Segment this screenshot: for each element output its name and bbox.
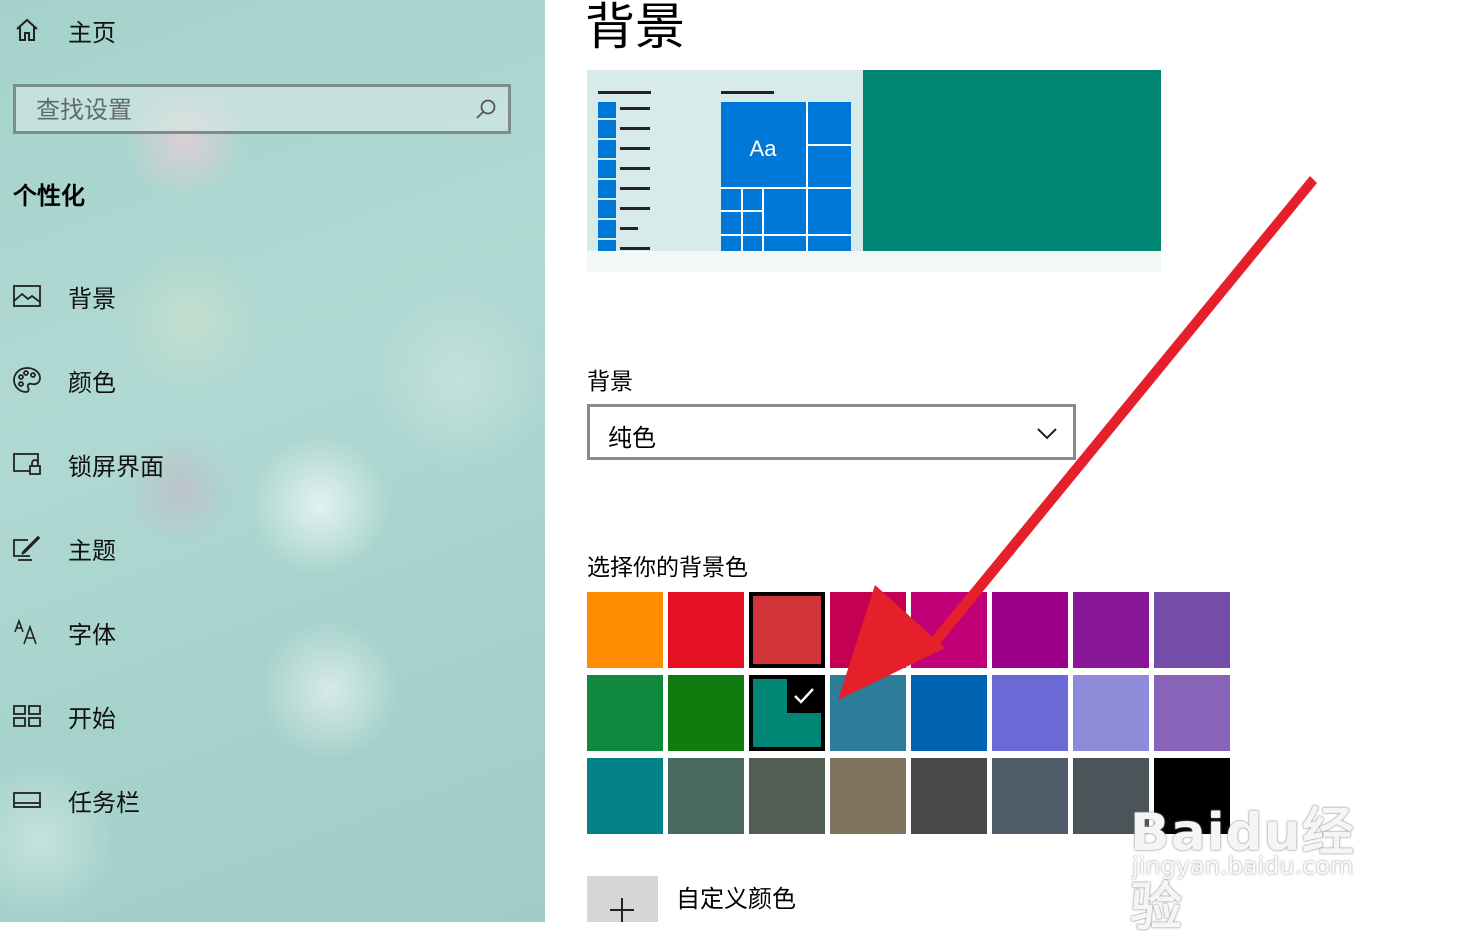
sidebar-item-label: 背景: [68, 284, 116, 313]
color-swatch-grid: [587, 592, 1231, 835]
color-swatch[interactable]: [749, 758, 825, 834]
color-swatch[interactable]: [830, 675, 906, 751]
custom-color-label: 自定义颜色: [676, 885, 796, 913]
search-icon[interactable]: [474, 97, 498, 121]
settings-sidebar: 主页 个性化 背景 颜色: [0, 0, 545, 922]
tile-sample-text: Aa: [750, 136, 778, 161]
color-swatch[interactable]: [1073, 675, 1149, 751]
color-swatch[interactable]: [749, 675, 825, 751]
taskbar-icon: [12, 785, 42, 815]
start-menu-preview-art: Aa: [598, 91, 851, 251]
chevron-down-icon: [1035, 423, 1059, 443]
background-type-label: 背景: [587, 369, 633, 395]
start-menu-preview: Aa: [587, 70, 863, 251]
custom-color-button[interactable]: 自定义颜色: [587, 876, 887, 922]
color-swatch[interactable]: [587, 675, 663, 751]
sidebar-item-fonts[interactable]: 字体: [0, 610, 545, 654]
picture-icon: [12, 281, 42, 311]
checkmark-icon: [787, 679, 821, 713]
sidebar-item-start[interactable]: 开始: [0, 694, 545, 738]
sidebar-item-label: 颜色: [68, 368, 116, 397]
sidebar-item-label: 锁屏界面: [68, 452, 164, 481]
desktop-preview: Aa: [587, 70, 1161, 272]
sidebar-item-home[interactable]: 主页: [0, 8, 545, 52]
font-icon: [12, 617, 42, 647]
color-swatch[interactable]: [1154, 675, 1230, 751]
color-swatch[interactable]: [587, 758, 663, 834]
color-swatch[interactable]: [1073, 758, 1149, 834]
color-swatch[interactable]: [992, 592, 1068, 668]
sidebar-item-label: 主题: [68, 536, 116, 565]
search-input[interactable]: [16, 87, 478, 133]
start-icon: [12, 701, 42, 731]
color-swatch[interactable]: [830, 758, 906, 834]
color-swatch[interactable]: [749, 592, 825, 668]
color-swatch[interactable]: [992, 758, 1068, 834]
sidebar-home-label: 主页: [68, 18, 116, 47]
color-swatch[interactable]: [587, 592, 663, 668]
sidebar-item-background[interactable]: 背景: [0, 274, 545, 318]
sidebar-item-themes[interactable]: 主题: [0, 526, 545, 570]
color-swatch[interactable]: [992, 675, 1068, 751]
add-icon[interactable]: [587, 876, 658, 922]
page-title: 背景: [585, 0, 685, 56]
color-swatch[interactable]: [830, 592, 906, 668]
home-icon: [12, 15, 42, 45]
palette-icon: [12, 365, 42, 395]
sidebar-item-colors[interactable]: 颜色: [0, 358, 545, 402]
color-swatch[interactable]: [911, 592, 987, 668]
color-swatch[interactable]: [668, 758, 744, 834]
sidebar-item-lock-screen[interactable]: 锁屏界面: [0, 442, 545, 486]
dropdown-selected-value: 纯色: [608, 424, 656, 452]
color-swatch[interactable]: [1073, 592, 1149, 668]
color-swatch[interactable]: [911, 675, 987, 751]
color-swatch[interactable]: [1154, 592, 1230, 668]
section-title: 个性化: [13, 182, 85, 210]
search-settings-box[interactable]: [13, 84, 511, 134]
lock-screen-icon: [12, 449, 42, 479]
color-swatch[interactable]: [911, 758, 987, 834]
background-type-dropdown[interactable]: 纯色: [587, 404, 1076, 460]
sidebar-item-label: 开始: [68, 704, 116, 733]
desktop-background-preview: [863, 70, 1161, 251]
color-swatch[interactable]: [1154, 758, 1230, 834]
color-swatch[interactable]: [668, 592, 744, 668]
background-settings-page: 背景 Aa 背景 纯色 选择你的背景色 自定义颜色: [545, 0, 1476, 922]
sidebar-item-taskbar[interactable]: 任务栏: [0, 778, 545, 822]
background-color-label: 选择你的背景色: [587, 555, 748, 581]
sidebar-item-label: 任务栏: [68, 788, 140, 817]
theme-icon: [12, 533, 42, 563]
sidebar-item-label: 字体: [68, 620, 116, 649]
color-swatch[interactable]: [668, 675, 744, 751]
